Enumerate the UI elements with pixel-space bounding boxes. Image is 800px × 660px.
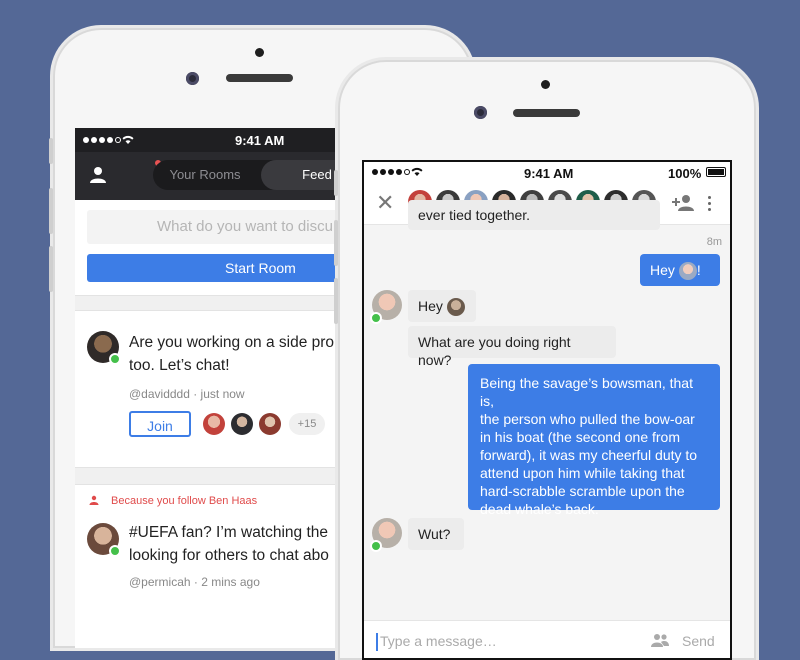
close-icon[interactable]: ✕ — [376, 192, 394, 214]
message-timestamp: 8m — [706, 236, 722, 248]
signal-icon — [83, 137, 121, 143]
participant-avatar — [259, 413, 281, 435]
top-nav: Your Rooms Feed — [75, 152, 375, 200]
text-caret — [376, 633, 378, 651]
proximity-sensor — [541, 80, 550, 89]
earpiece-speaker — [513, 109, 580, 117]
message-bubble: ever tied together. — [408, 200, 660, 230]
status-time: 9:41 AM — [235, 133, 285, 148]
battery-icon — [706, 167, 726, 177]
message-line: in his boat (the second one from — [480, 429, 681, 445]
topic-input[interactable]: What do you want to discu — [87, 210, 375, 244]
feed-screen: 9:41 AM Your Rooms Feed What do you want… — [75, 128, 375, 648]
volume-down-button — [49, 246, 53, 292]
message-input[interactable]: Type a message… — [380, 633, 497, 649]
message-bubble: Hey — [408, 290, 476, 322]
participant-avatar — [231, 413, 253, 435]
follow-reason: Because you follow Ben Haas — [111, 495, 258, 507]
battery-percent: 100% — [668, 166, 702, 181]
message-text: Hey — [418, 298, 443, 314]
status-bar: 9:41 AM 100% — [364, 162, 730, 184]
message-bubble: Hey! — [640, 254, 720, 286]
message-text: ! — [696, 262, 701, 278]
message-composer[interactable]: Type a message… Send — [364, 620, 730, 658]
message-line: hard-scrabble scramble upon the — [480, 483, 685, 499]
status-bar: 9:41 AM — [75, 128, 375, 152]
signal-icon — [372, 169, 410, 175]
message-bubble: What are you doing right now? — [408, 326, 616, 368]
wifi-icon — [122, 135, 134, 144]
mention-avatar — [446, 298, 465, 317]
more-options-icon[interactable] — [708, 196, 711, 211]
wifi-icon — [411, 167, 423, 176]
tab-your-rooms[interactable]: Your Rooms — [153, 160, 257, 190]
status-time: 9:41 AM — [524, 166, 574, 181]
person-icon — [89, 495, 99, 505]
message-line: the person who pulled the bow-oar — [480, 411, 695, 427]
feed-post[interactable]: Because you follow Ben Haas #UEFA fan? I… — [75, 484, 375, 648]
online-indicator — [370, 312, 382, 324]
join-button[interactable]: Join — [129, 411, 191, 437]
mute-switch — [334, 170, 338, 196]
message-bubble: Wut? — [408, 518, 464, 550]
more-participants-badge: +15 — [289, 413, 325, 435]
profile-icon[interactable] — [89, 166, 107, 184]
proximity-sensor — [255, 48, 264, 57]
post-text-line: looking for others to chat abo — [129, 547, 329, 564]
post-meta: @permicah · 2 mins ago — [129, 575, 260, 589]
post-text-line: #UEFA fan? I’m watching the — [129, 524, 329, 541]
post-text-line: too. Let’s chat! — [129, 357, 230, 374]
message-line: dead whale’s back. — [480, 501, 599, 517]
send-button[interactable]: Send — [682, 633, 715, 649]
group-icon[interactable] — [650, 633, 670, 647]
add-user-icon[interactable] — [672, 194, 696, 212]
message-line: forward), it was my cheerful duty to — [480, 447, 698, 463]
post-meta: @davidddd · just now — [129, 387, 245, 401]
message-line: Being the savage’s bowsman, that is, — [480, 375, 693, 409]
earpiece-speaker — [226, 74, 293, 82]
front-camera — [474, 106, 487, 119]
online-indicator — [370, 540, 382, 552]
chat-screen: 9:41 AM 100% ✕ ever tied together. 8m He… — [362, 160, 732, 660]
message-bubble: Being the savage’s bowsman, that is, the… — [468, 364, 720, 517]
volume-down-button — [334, 278, 338, 324]
feed-post[interactable]: Are you working on a side pro too. Let’s… — [75, 310, 375, 468]
message-list[interactable]: ever tied together. 8m Hey! Hey What are… — [364, 200, 730, 620]
online-indicator — [109, 545, 121, 557]
mention-avatar — [678, 262, 697, 281]
online-indicator — [109, 353, 121, 365]
participant-avatar — [203, 413, 225, 435]
compose-area: What do you want to discu Start Room — [75, 200, 375, 296]
mute-switch — [49, 138, 53, 164]
message-text: Hey — [650, 262, 675, 278]
volume-up-button — [49, 188, 53, 234]
post-text-line: Are you working on a side pro — [129, 334, 335, 351]
message-line: attend upon him while taking that — [480, 465, 685, 481]
phone-front: 9:41 AM 100% ✕ ever tied together. 8m He… — [334, 60, 756, 660]
start-room-button[interactable]: Start Room — [87, 254, 375, 282]
volume-up-button — [334, 220, 338, 266]
front-camera — [186, 72, 199, 85]
